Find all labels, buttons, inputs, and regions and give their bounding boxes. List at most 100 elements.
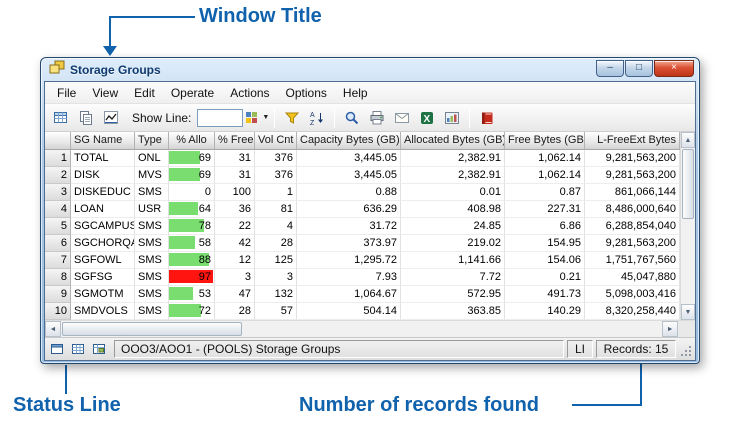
maximize-button[interactable]: □ xyxy=(625,60,653,77)
connector-records-v xyxy=(640,364,642,406)
report-chart-icon[interactable] xyxy=(440,107,464,129)
pct-free-cell: 31 xyxy=(215,150,255,167)
row-number: 3 xyxy=(45,184,71,201)
table-row[interactable]: 1TOTALONL69313763,445.052,382.911,062.14… xyxy=(45,150,680,167)
resize-grip[interactable] xyxy=(679,341,692,357)
annotation-status-line: Status Line xyxy=(13,394,121,417)
column-header-l-freeext-bytes[interactable]: L-FreeExt Bytes xyxy=(585,132,680,150)
title-bar[interactable]: Storage Groups – □ × xyxy=(44,58,696,81)
menu-options[interactable]: Options xyxy=(278,83,335,103)
scroll-up-button[interactable]: ▲ xyxy=(681,132,695,148)
menu-help[interactable]: Help xyxy=(335,83,376,103)
pct-free-cell: 42 xyxy=(215,235,255,252)
capacity-bytes-cell: 504.14 xyxy=(297,303,401,320)
search-icon[interactable] xyxy=(340,107,364,129)
connector-window-title-h xyxy=(109,16,195,18)
table-row[interactable]: 5SGCAMPUSSMS7822431.7224.856.866,288,854… xyxy=(45,218,680,235)
summary-view-icon[interactable] xyxy=(90,340,108,358)
l-freeext-bytes-cell: 6,288,854,040 xyxy=(585,218,680,235)
table-row[interactable]: 9SGMOTMSMS53471321,064.67572.95491.735,0… xyxy=(45,286,680,303)
menu-file[interactable]: File xyxy=(49,83,84,103)
column-header-allo[interactable]: % Allo xyxy=(169,132,215,150)
free-bytes-cell: 140.29 xyxy=(505,303,585,320)
sort-az-icon[interactable]: AZ xyxy=(305,107,329,129)
pct-allo-cell: 64 xyxy=(169,201,215,218)
view-selector-icon[interactable]: ▼ xyxy=(244,107,269,129)
column-header-allocated-bytes-gb[interactable]: Allocated Bytes (GB) xyxy=(401,132,505,150)
type-cell: USR xyxy=(135,201,169,218)
column-header-free-bytes-gb[interactable]: Free Bytes (GB) xyxy=(505,132,585,150)
type-cell: SMS xyxy=(135,235,169,252)
menu-actions[interactable]: Actions xyxy=(222,83,277,103)
horizontal-scroll-thumb[interactable] xyxy=(62,322,242,336)
sg-name-cell: SGFSG xyxy=(71,269,135,286)
show-line-input[interactable] xyxy=(197,109,243,127)
vertical-scroll-track[interactable] xyxy=(681,220,695,304)
row-number: 5 xyxy=(45,218,71,235)
pct-free-cell: 3 xyxy=(215,269,255,286)
svg-text:Z: Z xyxy=(310,120,315,126)
vertical-scrollbar[interactable]: ▲ ▼ xyxy=(680,132,695,320)
table-row[interactable]: 3DISKEDUCSMS010010.880.010.87861,066,144 xyxy=(45,184,680,201)
grid-body: 1TOTALONL69313763,445.052,382.911,062.14… xyxy=(45,150,680,320)
capacity-bytes-cell: 7.93 xyxy=(297,269,401,286)
vol-cnt-cell: 81 xyxy=(255,201,297,218)
l-freeext-bytes-cell: 45,047,880 xyxy=(585,269,680,286)
chevron-down-icon: ▼ xyxy=(262,114,269,121)
pct-allo-cell: 69 xyxy=(169,167,215,184)
column-header-type[interactable]: Type xyxy=(135,132,169,150)
mail-export-icon[interactable] xyxy=(390,107,414,129)
row-number: 6 xyxy=(45,235,71,252)
pct-allo-value: 88 xyxy=(172,252,211,268)
l-freeext-bytes-cell: 9,281,563,200 xyxy=(585,235,680,252)
horizontal-scrollbar[interactable]: ◄ ► xyxy=(45,320,678,337)
vol-cnt-cell: 28 xyxy=(255,235,297,252)
table-view-icon[interactable] xyxy=(69,340,87,358)
pct-allo-cell: 58 xyxy=(169,235,215,252)
grid-edit-icon[interactable] xyxy=(49,107,73,129)
table-row[interactable]: 7SGFOWLSMS88121251,295.721,141.66154.061… xyxy=(45,252,680,269)
scroll-down-button[interactable]: ▼ xyxy=(681,304,695,320)
filter-icon[interactable] xyxy=(280,107,304,129)
figure-canvas: Window Title Status Line Number of recor… xyxy=(0,0,733,435)
menu-edit[interactable]: Edit xyxy=(126,83,163,103)
column-header-vol-cnt[interactable]: Vol Cnt xyxy=(255,132,297,150)
help-book-icon[interactable] xyxy=(475,107,499,129)
scroll-right-button[interactable]: ► xyxy=(662,321,678,337)
column-header-sg-name[interactable]: SG Name xyxy=(71,132,135,150)
excel-export-icon[interactable]: X xyxy=(415,107,439,129)
table-row[interactable]: 2DISKMVS69313763,445.052,382.911,062.149… xyxy=(45,167,680,184)
table-row[interactable]: 4LOANUSR643681636.29408.98227.318,486,00… xyxy=(45,201,680,218)
grid-view-icon[interactable] xyxy=(48,340,66,358)
column-header-capacity-bytes-gb[interactable]: Capacity Bytes (GB) xyxy=(297,132,401,150)
l-freeext-bytes-cell: 5,098,003,416 xyxy=(585,286,680,303)
type-cell: SMS xyxy=(135,218,169,235)
horizontal-scroll-track[interactable] xyxy=(243,321,662,337)
quick-chart-icon[interactable] xyxy=(99,107,123,129)
capacity-bytes-cell: 373.97 xyxy=(297,235,401,252)
allocated-bytes-cell: 2,382.91 xyxy=(401,167,505,184)
free-bytes-cell: 1,062.14 xyxy=(505,150,585,167)
table-row[interactable]: 6SGCHORQASMS584228373.97219.02154.959,28… xyxy=(45,235,680,252)
close-button[interactable]: × xyxy=(654,60,694,77)
free-bytes-cell: 1,062.14 xyxy=(505,167,585,184)
menu-view[interactable]: View xyxy=(84,83,126,103)
window-client-area: FileViewEditOperateActionsOptionsHelp Sh… xyxy=(44,81,696,361)
horizontal-scrollbar-row: ◄ ► xyxy=(45,320,695,337)
copy-icon[interactable] xyxy=(74,107,98,129)
svg-text:A: A xyxy=(310,112,315,119)
scroll-left-button[interactable]: ◄ xyxy=(45,321,61,337)
connector-records-h xyxy=(572,404,642,406)
table-row[interactable]: 10SMDVOLSSMS722857504.14363.85140.298,32… xyxy=(45,303,680,320)
print-icon[interactable] xyxy=(365,107,389,129)
toolbar-separator xyxy=(334,108,335,128)
sg-name-cell: SGFOWL xyxy=(71,252,135,269)
vertical-scroll-thumb[interactable] xyxy=(682,149,694,219)
sg-name-cell: DISK xyxy=(71,167,135,184)
minimize-button[interactable]: – xyxy=(596,60,624,77)
menu-operate[interactable]: Operate xyxy=(163,83,222,103)
table-row[interactable]: 8SGFSGSMS97337.937.720.2145,047,880 xyxy=(45,269,680,286)
annotation-window-title: Window Title xyxy=(199,5,322,28)
pct-allo-value: 69 xyxy=(172,167,211,183)
column-header-free[interactable]: % Free xyxy=(215,132,255,150)
